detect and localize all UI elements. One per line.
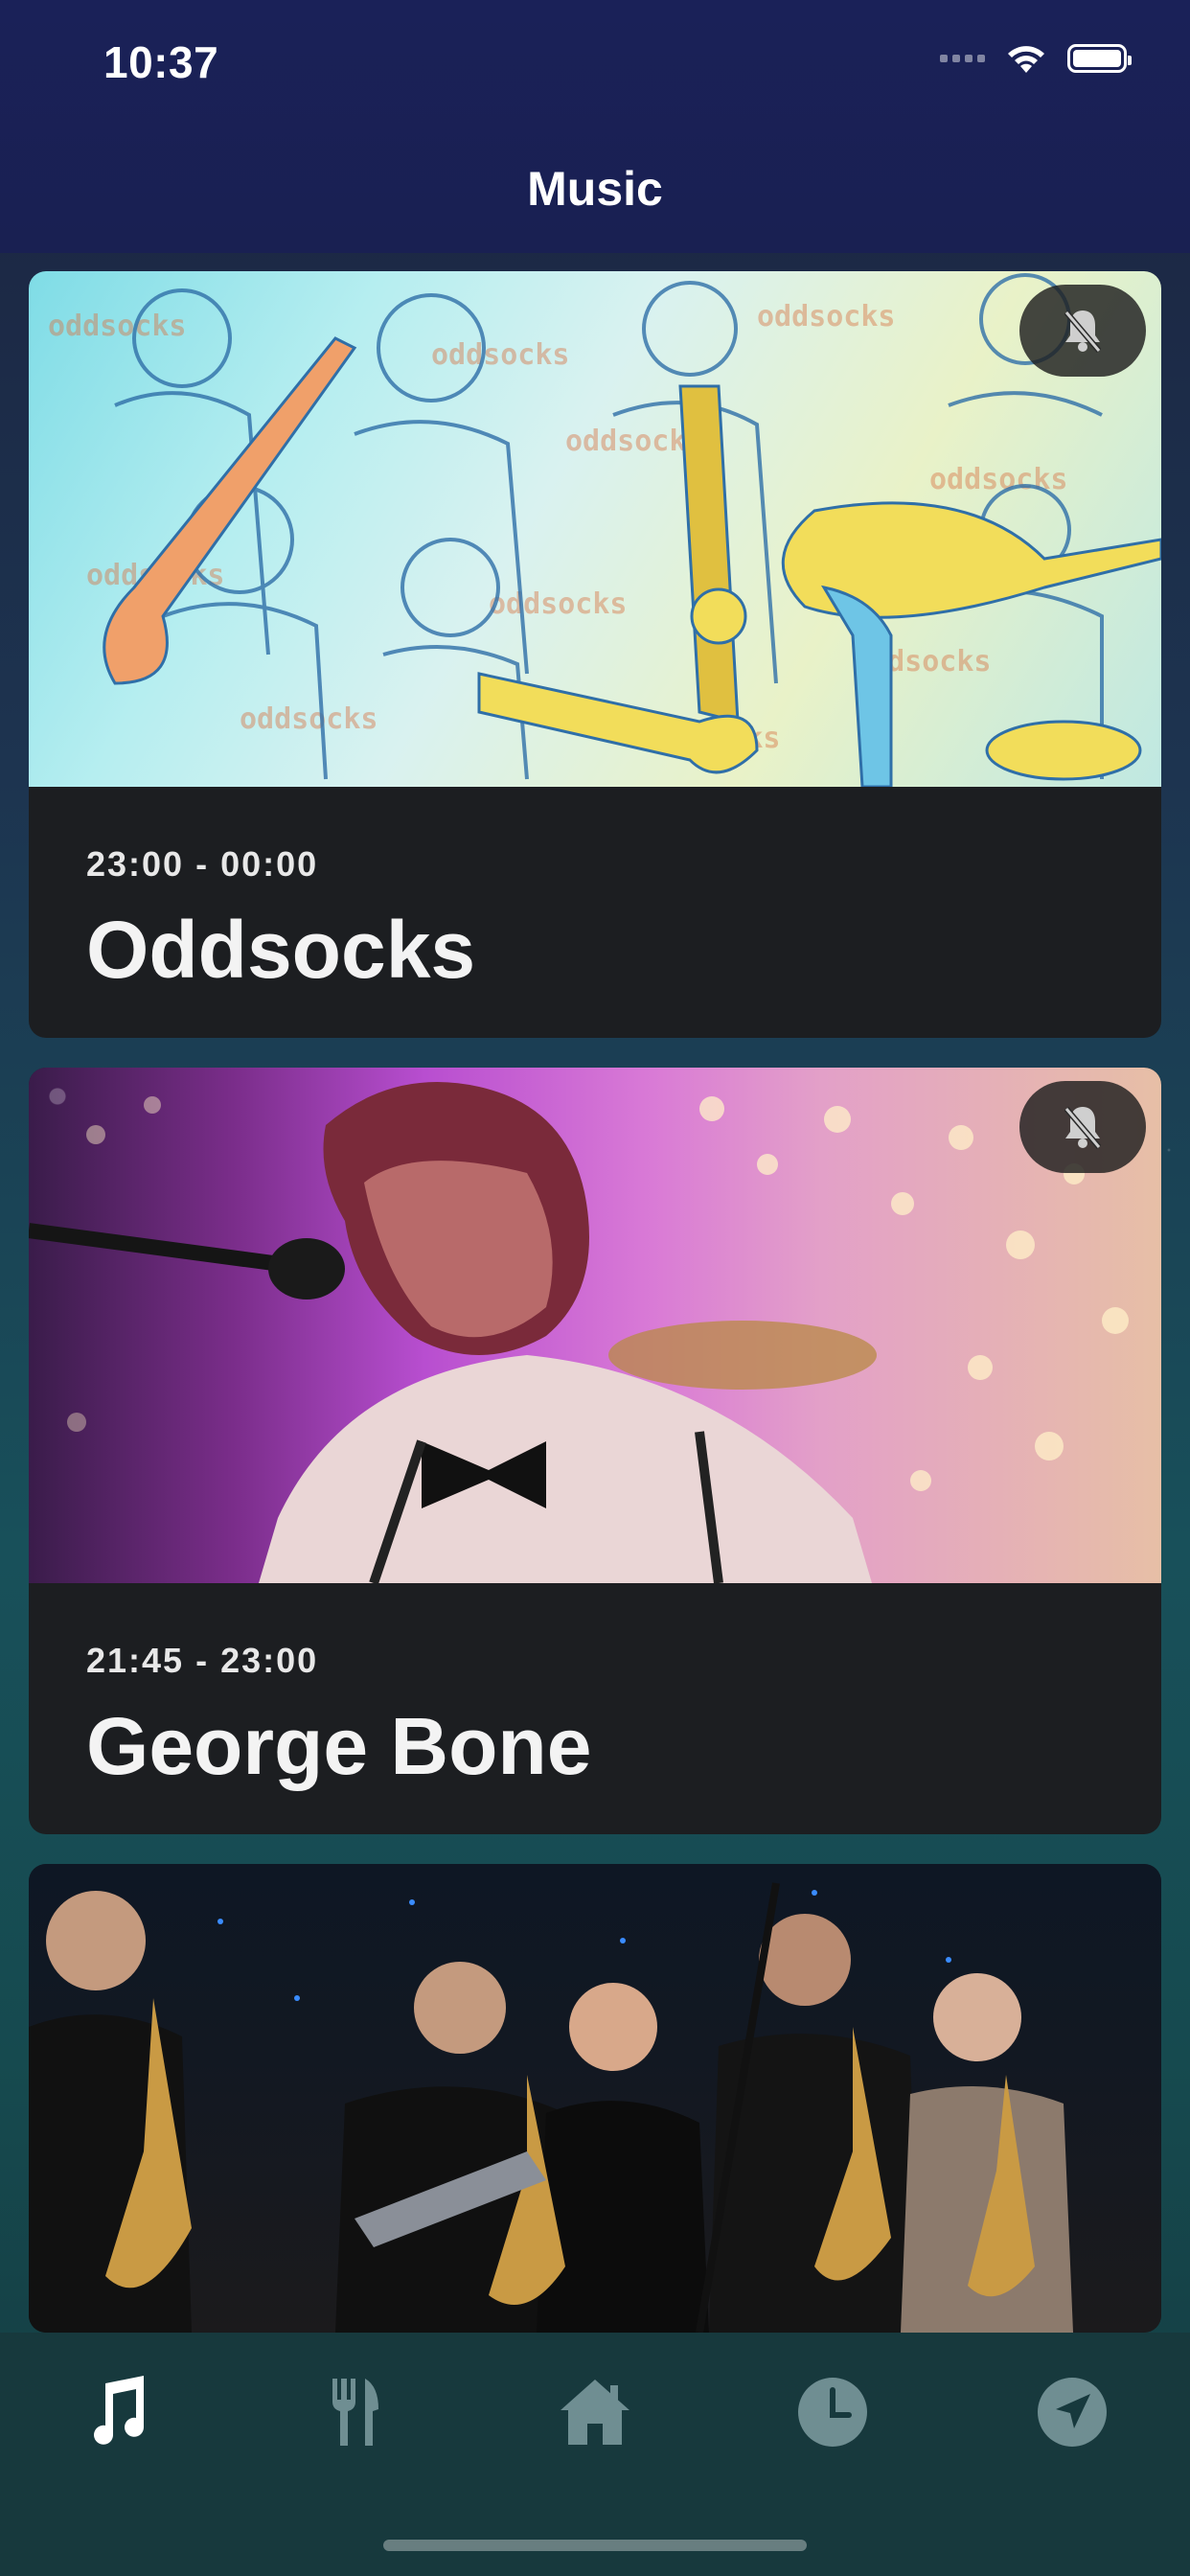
signal-icon <box>940 55 985 62</box>
tab-home[interactable] <box>552 2369 638 2455</box>
set-time: 23:00 - 00:00 <box>86 844 319 884</box>
card-image: oddsocks oddsocks oddsocks oddsocks odds… <box>29 271 1161 787</box>
bell-slash-icon <box>1064 310 1102 353</box>
artist-name: Oddsocks <box>86 905 476 995</box>
band-illustration <box>103 273 1161 787</box>
band-illustration <box>29 1882 1073 2333</box>
location-arrow-icon <box>1038 2378 1107 2447</box>
mute-notification-button[interactable] <box>1019 285 1146 377</box>
wifi-icon <box>1008 46 1044 73</box>
status-icons <box>940 42 1132 75</box>
tab-food[interactable] <box>312 2369 399 2455</box>
bell-slash-icon <box>1064 1107 1102 1149</box>
music-note-icon <box>94 2376 144 2445</box>
tab-map[interactable] <box>1029 2369 1115 2455</box>
home-indicator[interactable] <box>383 2540 807 2551</box>
tab-music[interactable] <box>75 2369 161 2455</box>
music-card-george-bone[interactable]: 21:45 - 23:00 George Bone <box>29 1068 1161 1834</box>
saxophone-band-photo <box>29 1864 1161 2333</box>
home-icon <box>561 2380 629 2445</box>
music-card-oddsocks[interactable]: oddsocks oddsocks oddsocks oddsocks odds… <box>29 271 1161 1038</box>
oddsocks-artwork: oddsocks oddsocks oddsocks oddsocks odds… <box>29 271 1161 787</box>
tab-schedule[interactable] <box>790 2369 876 2455</box>
card-image <box>29 1068 1161 1583</box>
george-bone-photo <box>29 1068 1161 1583</box>
music-card-saxophone-band[interactable] <box>29 1864 1161 2333</box>
page-title: Music <box>527 162 663 216</box>
nav-header: 10:37 Music <box>0 0 1190 253</box>
battery-icon <box>1067 44 1132 73</box>
singer-illustration <box>29 1082 877 1583</box>
set-time: 21:45 - 23:00 <box>86 1641 319 1680</box>
mute-notification-button[interactable] <box>1019 1081 1146 1173</box>
artist-name: George Bone <box>86 1701 592 1791</box>
card-image <box>29 1864 1161 2333</box>
status-time: 10:37 <box>103 37 219 87</box>
clock-icon <box>798 2378 867 2447</box>
fork-knife-icon <box>332 2379 378 2446</box>
